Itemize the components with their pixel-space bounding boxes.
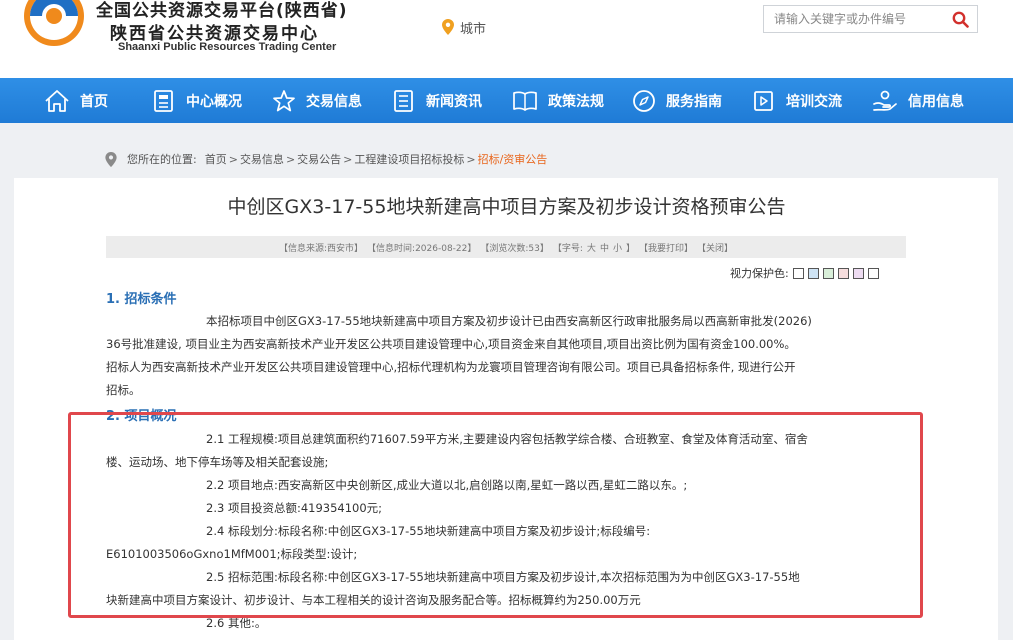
nav-item-news[interactable]: 新闻资讯 xyxy=(392,78,482,123)
paragraph-line: 块新建高中项目方案设计、初步设计、与本工程相关的设计咨询及服务配合等。招标概算约… xyxy=(106,593,641,607)
font-size-end: 】 xyxy=(625,243,635,254)
breadcrumb-prefix: 您所在的位置: xyxy=(127,153,197,166)
breadcrumb-separator: > xyxy=(285,152,296,166)
font-size-small-button[interactable]: 小 xyxy=(613,241,622,254)
paragraph-line: 2.1 工程规模:项目总建筑面积约71607.59平方米,主要建设内容包括教学综… xyxy=(206,432,808,446)
nav-item-service-guide[interactable]: 服务指南 xyxy=(632,78,722,123)
nav-item-home[interactable]: 首页 xyxy=(44,78,108,123)
breadcrumb-trading-notice[interactable]: 交易公告 xyxy=(297,151,341,167)
paragraph-line: 2.2 项目地点:西安高新区中央创新区,成业大道以北,启创路以南,星虹一路以西,… xyxy=(206,478,688,492)
news-icon xyxy=(394,89,413,112)
breadcrumb-separator: > xyxy=(343,152,353,166)
info-views: 【浏览次数:53】 xyxy=(480,243,549,254)
paragraph-line: 2.5 招标范围:标段名称:中创区GX3-17-55地块新建高中项目方案及初步设… xyxy=(206,570,800,584)
article-title: 中创区GX3-17-55地块新建高中项目方案及初步设计资格预审公告 xyxy=(227,196,786,218)
nav-item-policy[interactable]: 政策法规 xyxy=(512,78,604,123)
search-button[interactable] xyxy=(943,6,977,32)
font-size-medium-button[interactable]: 中 xyxy=(600,241,609,254)
paragraph-line: 2.4 标段划分:标段名称:中创区GX3-17-55地块新建高中项目方案及初步设… xyxy=(206,524,651,538)
paragraph-line: 本招标项目中创区GX3-17-55地块新建高中项目方案及初步设计已由西安高新区行… xyxy=(206,314,812,328)
paragraph-line: 2.6 其他:。 xyxy=(206,616,267,630)
breadcrumb-separator: > xyxy=(228,152,238,166)
vision-protection-colors: 视力保护色: xyxy=(730,266,879,280)
nav-item-center-overview[interactable]: 中心概况 xyxy=(152,78,242,123)
vision-swatch-blue[interactable] xyxy=(807,267,819,279)
breadcrumb-current[interactable]: 招标/资审公告 xyxy=(478,151,548,167)
vision-swatch-pink[interactable] xyxy=(837,267,849,279)
site-title-english: Shaanxi Public Resources Trading Center xyxy=(118,41,337,53)
hand-icon xyxy=(873,90,897,111)
location-pin-icon xyxy=(105,151,117,167)
info-source: 【信息来源:西安市】 xyxy=(278,243,364,254)
city-label: 城市 xyxy=(460,21,487,37)
location-pin-icon xyxy=(442,19,454,35)
site-logo-icon[interactable] xyxy=(18,0,90,58)
paragraph-line: 招标人为西安高新技术产业开发区公共项目建设管理中心,招标代理机构为龙寰项目管理咨… xyxy=(106,360,796,374)
search-input[interactable] xyxy=(764,6,943,32)
breadcrumb-home[interactable]: 首页 xyxy=(205,151,227,167)
close-button[interactable]: 【关闭】 xyxy=(697,241,733,254)
breadcrumb-trading-info[interactable]: 交易信息 xyxy=(240,151,284,167)
print-button[interactable]: 【我要打印】 xyxy=(639,241,693,254)
info-time: 【信息时间:2026-08-22】 xyxy=(367,243,477,254)
nav-item-trading-info[interactable]: 交易信息 xyxy=(272,78,362,123)
breadcrumb: 您所在的位置: 首页 > 交易信息 > 交易公告 > 工程建设项目招标投标 > … xyxy=(105,150,547,168)
breadcrumb-engineering-bidding[interactable]: 工程建设项目招标投标 xyxy=(354,151,464,167)
paragraph-line: 2.3 项目投资总额:419354100元; xyxy=(206,501,383,515)
nav-item-credit-info[interactable]: 信用信息 xyxy=(872,78,964,123)
vision-swatch-default[interactable] xyxy=(867,267,879,279)
paragraph-line: 36号批准建设, 项目业主为西安高新技术产业开发区公共项目建设管理中心,项目资金… xyxy=(106,337,796,351)
font-size-label: 【字号: xyxy=(552,243,583,254)
section-body-project-overview: 2.1 工程规模:项目总建筑面积约71607.59平方米,主要建设内容包括教学综… xyxy=(106,428,906,635)
vision-label: 视力保护色: xyxy=(730,267,789,280)
document-icon xyxy=(154,89,173,112)
nav-item-training[interactable]: 培训交流 xyxy=(752,78,842,123)
city-selector[interactable]: 城市 xyxy=(442,17,486,37)
section-body-bidding-conditions: 本招标项目中创区GX3-17-55地块新建高中项目方案及初步设计已由西安高新区行… xyxy=(106,310,906,402)
main-nav: 首页 中心概况 交易信息 新闻资讯 政策法规 服务指南 培训交流 信用信息 xyxy=(0,78,1013,123)
vision-swatch-green[interactable] xyxy=(822,267,834,279)
book-icon xyxy=(513,90,537,111)
vision-swatch-white[interactable] xyxy=(792,267,804,279)
site-title-line1: 全国公共资源交易平台(陕西省) xyxy=(96,1,348,21)
search-box xyxy=(763,5,978,33)
section-title-project-overview: 2. 项目概况 xyxy=(106,409,177,424)
section-title-bidding-conditions: 1. 招标条件 xyxy=(106,292,177,307)
font-size-large-button[interactable]: 大 xyxy=(587,241,596,254)
search-icon xyxy=(952,11,969,28)
compass-icon xyxy=(633,89,655,112)
home-icon xyxy=(45,89,69,112)
paragraph-line: 楼、运动场、地下停车场等及相关配套设施; xyxy=(106,455,329,469)
star-icon xyxy=(273,89,295,111)
paragraph-line: 招标。 xyxy=(106,383,141,397)
vision-swatch-purple[interactable] xyxy=(852,267,864,279)
article-info-bar: 【信息来源:西安市】 【信息时间:2026-08-22】 【浏览次数:53】 【… xyxy=(106,236,906,258)
site-header: 全国公共资源交易平台(陕西省) 陕西省公共资源交易中心 Shaanxi Publ… xyxy=(0,0,1013,78)
paragraph-line: E6101003506oGxno1MfM001;标段类型:设计; xyxy=(106,547,358,561)
video-icon xyxy=(754,90,773,111)
breadcrumb-separator: > xyxy=(466,152,476,166)
